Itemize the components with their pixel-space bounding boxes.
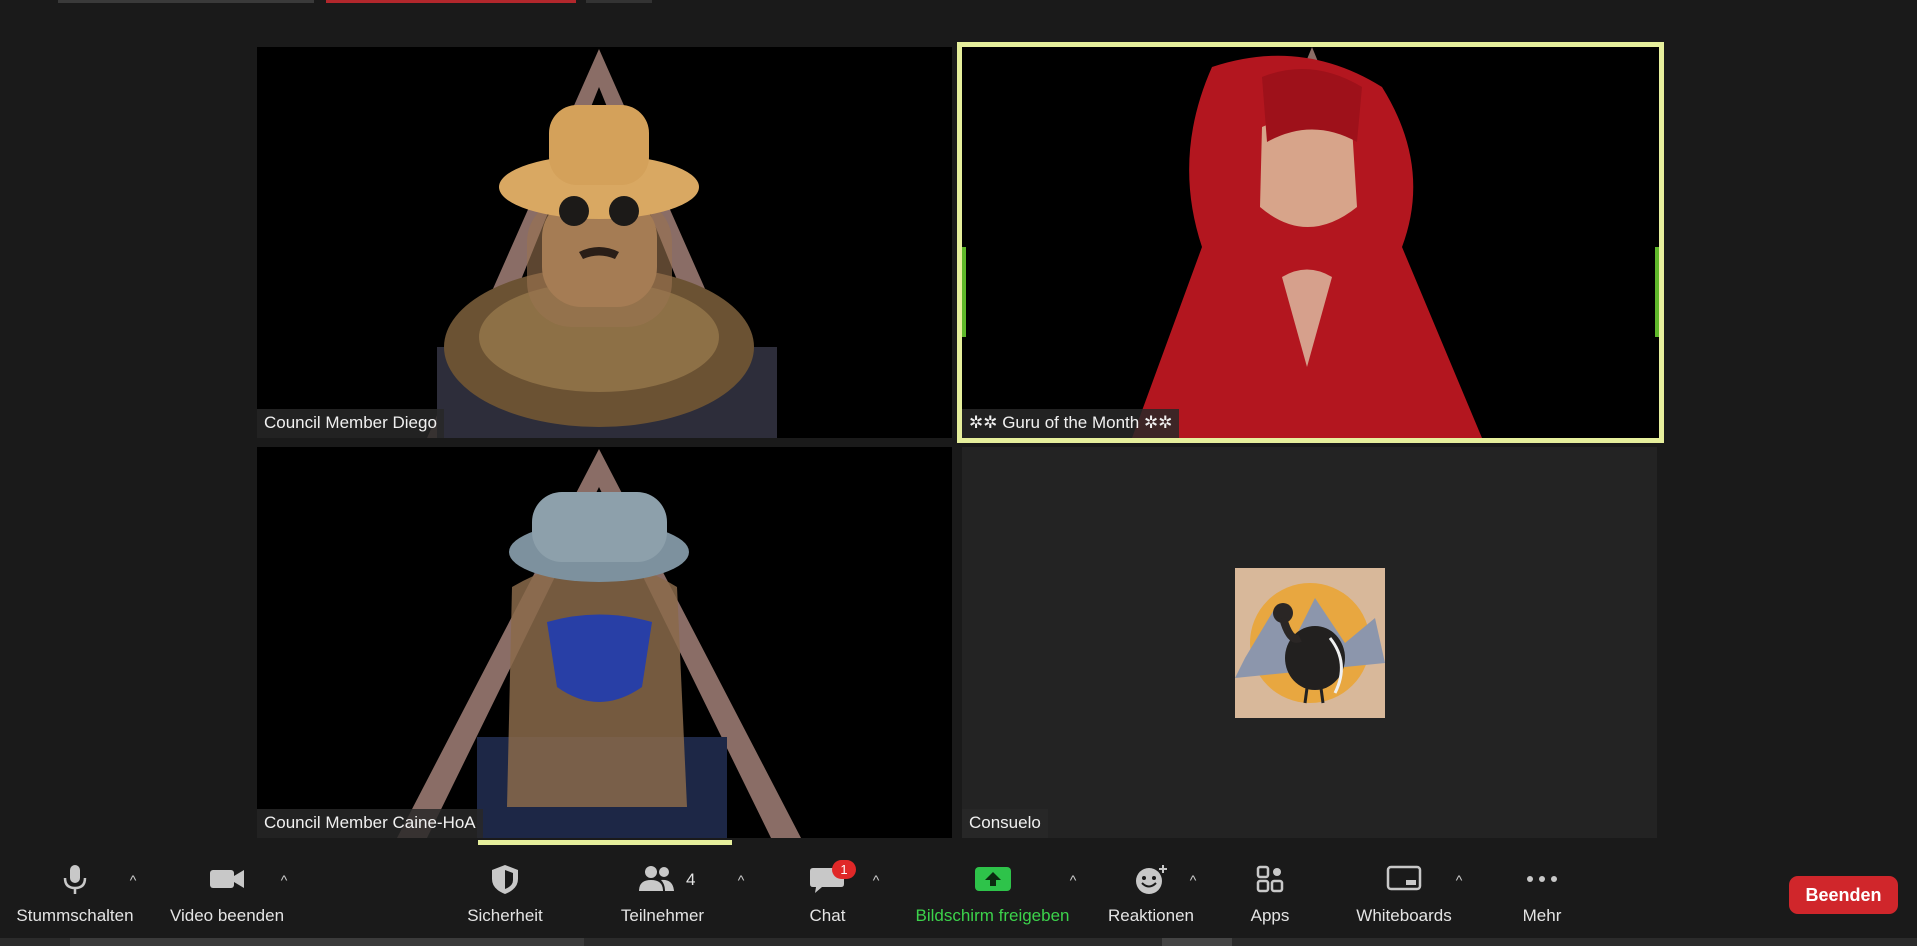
security-button[interactable]: Sicherheit	[455, 846, 555, 926]
apps-button[interactable]: Apps	[1240, 846, 1300, 926]
top-tabs-bar	[0, 0, 1917, 40]
whiteboards-label: Whiteboards	[1356, 906, 1452, 925]
top-tab-active[interactable]	[326, 0, 576, 3]
reactions-label: Reaktionen	[1107, 906, 1194, 925]
whiteboard-icon	[1386, 865, 1422, 891]
share-screen-label: Bildschirm freigeben	[915, 906, 1070, 925]
emoji-plus-icon	[1136, 865, 1167, 894]
video-tile-consuelo[interactable]: Consuelo	[962, 447, 1657, 838]
taskbar-item[interactable]	[70, 938, 584, 946]
video-tile-guru-active-speaker[interactable]: ✲✲ Guru of the Month ✲✲	[957, 42, 1664, 443]
chevron-up-icon[interactable]: ^	[1185, 872, 1201, 888]
top-tab[interactable]	[586, 0, 652, 3]
apps-grid-icon	[1256, 865, 1284, 893]
participants-button[interactable]: 4 Teilnehmer	[610, 846, 715, 926]
mute-button[interactable]: Stummschalten	[8, 846, 142, 926]
participant-name: Consuelo	[962, 809, 1048, 838]
mute-label: Stummschalten	[16, 906, 134, 925]
participant-name: Council Member Diego	[257, 409, 444, 438]
share-screen-icon	[974, 867, 1011, 891]
chat-unread-badge: 1	[832, 860, 856, 879]
participants-count: 4	[686, 870, 696, 889]
more-button[interactable]: Mehr	[1510, 846, 1574, 926]
whiteboards-button[interactable]: Whiteboards	[1345, 846, 1463, 926]
avatar	[1235, 568, 1385, 718]
chat-label: Chat	[809, 906, 846, 925]
chevron-up-icon[interactable]: ^	[733, 872, 749, 888]
participant-name: Council Member Caine-HoA	[257, 809, 483, 838]
share-screen-button[interactable]: Bildschirm freigeben	[900, 846, 1085, 926]
meeting-toolbar: Stummschalten ^ Video beenden ^ Sicherhe…	[0, 846, 1917, 946]
vulture-avatar-icon	[1235, 583, 1385, 704]
stop-video-button[interactable]: Video beenden	[160, 846, 294, 926]
taskbar-item[interactable]	[1162, 938, 1232, 946]
people-icon	[639, 866, 675, 891]
video-camera-icon	[210, 870, 244, 888]
chevron-up-icon[interactable]: ^	[276, 872, 292, 888]
speaking-indicator-bar	[478, 840, 732, 845]
chevron-up-icon[interactable]: ^	[1451, 872, 1467, 888]
video-feed	[397, 449, 801, 838]
chat-button[interactable]: 1 Chat	[790, 846, 865, 926]
participant-name: ✲✲ Guru of the Month ✲✲	[962, 409, 1180, 438]
video-label: Video beenden	[169, 906, 285, 925]
chevron-up-icon[interactable]: ^	[1065, 872, 1081, 888]
video-feed	[427, 49, 777, 438]
security-label: Sicherheit	[467, 906, 543, 925]
chevron-up-icon[interactable]: ^	[868, 872, 884, 888]
more-dots-icon	[1527, 876, 1557, 882]
more-label: Mehr	[1522, 906, 1562, 925]
shield-icon	[492, 865, 518, 894]
top-tab[interactable]	[58, 0, 314, 3]
video-tile-caine[interactable]: Council Member Caine-HoA	[257, 447, 952, 838]
end-meeting-button[interactable]: Beenden	[1789, 876, 1898, 914]
participants-label: Teilnehmer	[620, 906, 705, 925]
chevron-up-icon[interactable]: ^	[125, 872, 141, 888]
microphone-icon	[63, 865, 87, 894]
video-feed	[1132, 47, 1482, 438]
apps-label: Apps	[1250, 906, 1290, 925]
video-tile-diego[interactable]: Council Member Diego	[257, 47, 952, 438]
